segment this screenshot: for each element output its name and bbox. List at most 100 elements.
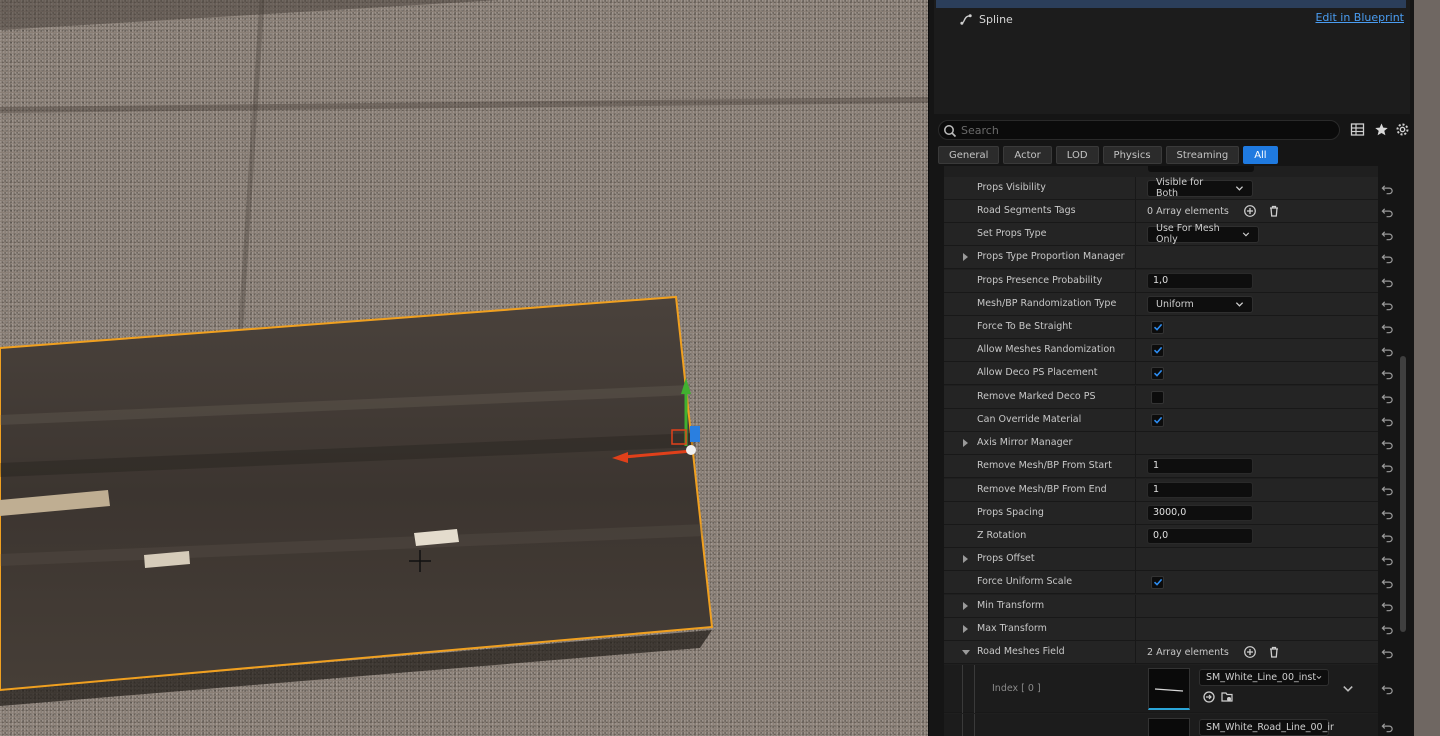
reset-arrow-icon[interactable] — [1381, 721, 1394, 734]
prop-row-props-offset[interactable]: Props Offset — [944, 548, 1378, 571]
prop-label: Can Override Material — [977, 414, 1082, 425]
prop-label: Remove Mesh/BP From End — [977, 484, 1107, 495]
prop-label: Set Props Type — [977, 228, 1047, 239]
set-props-type-dropdown[interactable]: Use For Mesh Only — [1147, 223, 1259, 245]
selected-actor-row[interactable] — [936, 0, 1406, 8]
allow-meshes-randomization-checkbox[interactable] — [1151, 343, 1164, 357]
prop-label: Props Offset — [977, 553, 1035, 564]
tab-lod[interactable]: LOD — [1055, 146, 1099, 164]
prop-label: Mesh/BP Randomization Type — [977, 298, 1117, 309]
checkmark-icon — [1153, 346, 1162, 354]
reset-arrow-icon[interactable] — [1381, 623, 1394, 636]
use-selected-asset-icon[interactable] — [1220, 690, 1234, 704]
reset-arrow-icon[interactable] — [1381, 438, 1394, 451]
reset-arrow-icon[interactable] — [1381, 368, 1394, 381]
mesh-thumbnail[interactable] — [1148, 718, 1190, 736]
trash-icon[interactable] — [1267, 645, 1281, 659]
prop-row-max-transform[interactable]: Max Transform — [944, 618, 1378, 641]
expand-arrow-icon[interactable] — [963, 439, 968, 447]
property-grid: Props Visibility Visible for Both Road S… — [944, 166, 1378, 736]
reset-arrow-icon[interactable] — [1381, 229, 1394, 242]
viewport-edge-strip — [1414, 0, 1440, 736]
chevron-down-icon — [1235, 301, 1244, 307]
reset-arrow-icon[interactable] — [1381, 415, 1394, 428]
reset-arrow-icon[interactable] — [1381, 531, 1394, 544]
checkmark-icon — [1153, 578, 1162, 586]
mesh-asset-picker[interactable]: SM_White_Line_00_inst — [1199, 669, 1329, 686]
allow-deco-ps-placement-checkbox[interactable] — [1151, 366, 1164, 380]
reset-arrow-icon[interactable] — [1381, 508, 1394, 521]
prop-label: Remove Marked Deco PS — [977, 391, 1096, 402]
reset-arrow-icon[interactable] — [1381, 345, 1394, 358]
props-spacing-input[interactable]: 3000,0 — [1147, 505, 1253, 521]
component-tree: Spline Edit in Blueprint — [934, 0, 1410, 114]
reset-arrow-icon[interactable] — [1381, 322, 1394, 335]
z-rotation-input[interactable]: 0,0 — [1147, 528, 1253, 544]
edit-in-blueprint-link[interactable]: Edit in Blueprint — [1315, 11, 1404, 24]
reset-arrow-icon[interactable] — [1381, 554, 1394, 567]
prop-label: Props Visibility — [977, 182, 1046, 193]
mesh-thumbnail[interactable] — [1148, 668, 1190, 710]
reset-arrow-icon[interactable] — [1381, 392, 1394, 405]
prop-row-min-transform[interactable]: Min Transform — [944, 595, 1378, 618]
force-to-be-straight-checkbox[interactable] — [1151, 320, 1164, 334]
remove-from-start-input[interactable]: 1 — [1147, 458, 1253, 474]
reset-arrow-icon[interactable] — [1381, 577, 1394, 590]
prop-label: Road Meshes Field — [977, 646, 1065, 657]
array-count: 2 Array elements — [1147, 646, 1229, 658]
tab-streaming[interactable]: Streaming — [1165, 146, 1240, 164]
prop-row-axis-mirror-manager[interactable]: Axis Mirror Manager — [944, 432, 1378, 455]
reset-arrow-icon[interactable] — [1381, 206, 1394, 219]
tab-general[interactable]: General — [938, 146, 1000, 164]
reset-arrow-icon[interactable] — [1381, 647, 1394, 660]
tab-all[interactable]: All — [1243, 146, 1278, 164]
prop-label: Props Presence Probability — [977, 275, 1103, 286]
settings-gear-icon[interactable] — [1395, 122, 1410, 137]
props-visibility-dropdown[interactable]: Visible for Both — [1147, 177, 1253, 199]
prop-row-props-type-proportion-manager[interactable]: Props Type Proportion Manager — [944, 246, 1378, 269]
prop-label: Max Transform — [977, 623, 1047, 634]
add-element-icon[interactable] — [1243, 645, 1257, 659]
reset-arrow-icon[interactable] — [1381, 484, 1394, 497]
road-mesh-element: Index [ 0 ] SM_White_Line_00_inst — [944, 665, 1378, 713]
expand-arrow-icon[interactable] — [963, 625, 968, 633]
tab-actor[interactable]: Actor — [1003, 146, 1052, 164]
force-uniform-scale-checkbox[interactable] — [1151, 575, 1164, 589]
prop-row-mesh-bp-randomization-type: Mesh/BP Randomization Type Uniform — [944, 293, 1378, 316]
white-line-mesh-icon — [1154, 688, 1184, 692]
prop-row-props-spacing: Props Spacing 3000,0 — [944, 502, 1378, 525]
add-element-icon[interactable] — [1243, 204, 1257, 218]
expand-arrow-icon[interactable] — [963, 602, 968, 610]
collapse-arrow-icon[interactable] — [962, 650, 970, 655]
tab-physics[interactable]: Physics — [1102, 146, 1162, 164]
chevron-down-icon — [1236, 185, 1244, 191]
reset-arrow-icon[interactable] — [1381, 183, 1394, 196]
viewport-scene — [0, 0, 928, 706]
level-viewport[interactable] — [0, 0, 928, 736]
trash-icon[interactable] — [1267, 204, 1281, 218]
reset-arrow-icon[interactable] — [1381, 299, 1394, 312]
reset-arrow-icon[interactable] — [1381, 461, 1394, 474]
remove-marked-deco-ps-checkbox[interactable] — [1151, 390, 1164, 404]
remove-from-end-input[interactable]: 1 — [1147, 482, 1253, 498]
tree-item-spline[interactable]: Spline — [960, 10, 1013, 28]
reset-arrow-icon[interactable] — [1381, 683, 1394, 696]
can-override-material-checkbox[interactable] — [1151, 413, 1164, 427]
asset-name: SM_White_Road_Line_00_ir — [1206, 722, 1334, 733]
favorites-star-icon[interactable] — [1374, 122, 1389, 137]
details-scrollbar[interactable] — [1400, 356, 1406, 632]
element-options-chevron-icon[interactable] — [1342, 683, 1354, 695]
browse-to-asset-icon[interactable] — [1202, 690, 1216, 704]
table-view-icon[interactable] — [1350, 122, 1365, 137]
props-presence-probability-input[interactable]: 1,0 — [1147, 273, 1253, 289]
prop-label: Force To Be Straight — [977, 321, 1073, 332]
search-input[interactable] — [961, 122, 1331, 138]
prop-row-remove-mesh-bp-from-end: Remove Mesh/BP From End 1 — [944, 479, 1378, 502]
reset-arrow-icon[interactable] — [1381, 252, 1394, 265]
mesh-asset-picker[interactable]: SM_White_Road_Line_00_ir — [1199, 719, 1334, 736]
randomization-type-dropdown[interactable]: Uniform — [1147, 295, 1253, 313]
reset-arrow-icon[interactable] — [1381, 600, 1394, 613]
expand-arrow-icon[interactable] — [963, 555, 968, 563]
reset-arrow-icon[interactable] — [1381, 276, 1394, 289]
expand-arrow-icon[interactable] — [963, 253, 968, 261]
